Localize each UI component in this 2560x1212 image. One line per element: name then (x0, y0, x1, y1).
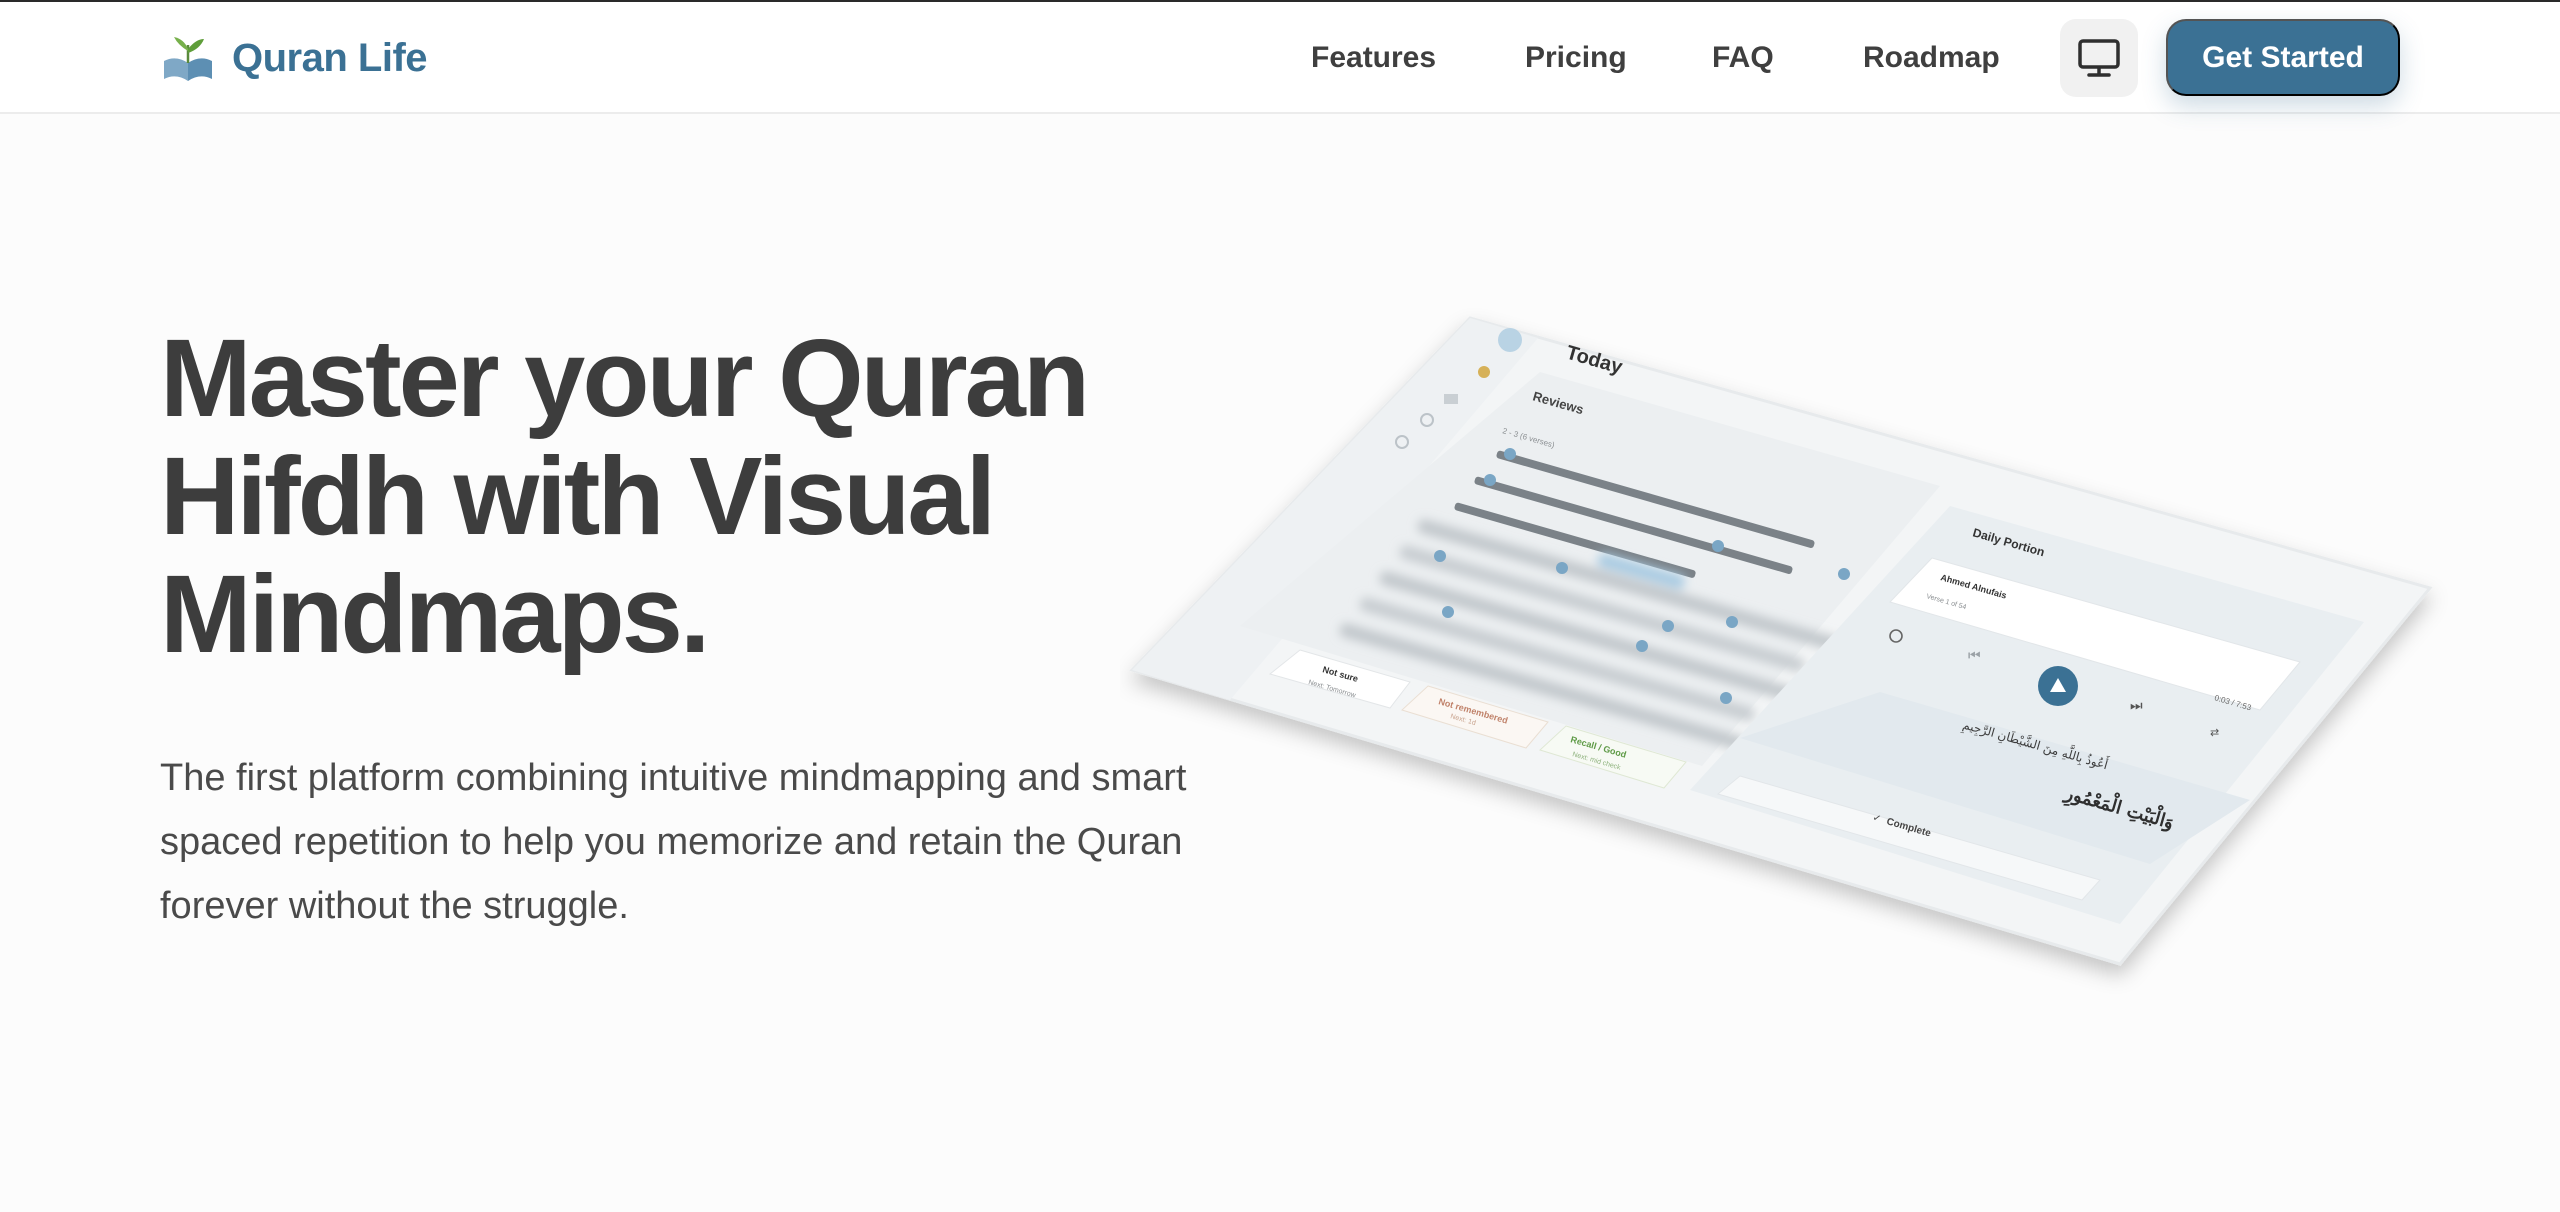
brand[interactable]: Quran Life (160, 32, 428, 84)
nav-link-features[interactable]: Features (1311, 36, 1436, 80)
brand-name: Quran Life (232, 35, 428, 80)
next-icon[interactable]: ⏭ (2130, 698, 2143, 714)
prev-icon[interactable]: ⏮ (1968, 648, 1981, 664)
hero-subtitle-line: The first platform combining intuitive m… (160, 757, 1187, 799)
get-started-button[interactable]: Get Started (2166, 19, 2400, 96)
app-preview-mockup: Today Reviews 2 - 3 (6 verses) Not sure … (1120, 290, 2460, 1010)
nav-link-faq[interactable]: FAQ (1712, 36, 1774, 80)
monitor-icon (2078, 39, 2120, 77)
sidebar-icon (1478, 366, 1490, 378)
hero-title-line: Mindmaps. (160, 553, 711, 676)
sidebar-icon (1444, 394, 1458, 404)
hero-title-line: Master your Quran (160, 317, 1090, 440)
navbar: Quran Life Features Pricing FAQ Roadmap … (0, 2, 2560, 114)
sidebar-logo (1498, 328, 1522, 352)
hero-subtitle-line: spaced repetition to help you memorize a… (160, 821, 1183, 863)
hero-title-line: Hifdh with Visual (160, 435, 996, 558)
nav-link-roadmap[interactable]: Roadmap (1863, 36, 2000, 80)
hero-subtitle-line: forever without the struggle. (160, 885, 629, 927)
app-preview-illustration: Today Reviews 2 - 3 (6 verses) Not sure … (1129, 316, 2433, 966)
nav-link-pricing[interactable]: Pricing (1525, 36, 1627, 80)
display-toggle-button[interactable] (2060, 19, 2138, 97)
open-book-plant-icon (164, 37, 212, 81)
hero-title: Master your Quran Hifdh with Visual Mind… (160, 320, 1180, 674)
speed-icon[interactable]: ⇄ (2210, 726, 2219, 739)
